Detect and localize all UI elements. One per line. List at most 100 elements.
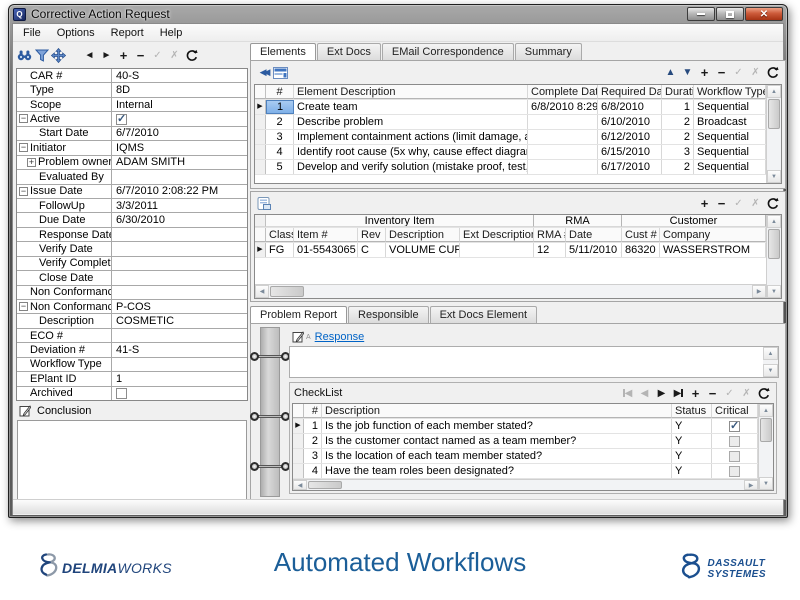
cell-duration[interactable]: 2 <box>662 115 694 129</box>
refresh-checklist-icon[interactable] <box>755 385 772 401</box>
tab-elements[interactable]: Elements <box>250 43 316 61</box>
column-header-class[interactable]: Class <box>266 228 294 242</box>
table-row[interactable]: 3Is the location of each team member sta… <box>293 449 758 464</box>
cell-workflow-type[interactable]: Sequential <box>694 130 766 144</box>
cell-description[interactable]: Have the team roles been designated? <box>322 464 672 478</box>
cell-complete-date[interactable] <box>528 145 598 159</box>
column-header-workflow-type[interactable]: Workflow Type <box>694 85 766 99</box>
cell-num[interactable]: 2 <box>266 115 294 129</box>
cell-num[interactable]: 1 <box>266 100 294 114</box>
column-header-[interactable]: # <box>304 404 322 418</box>
table-row[interactable]: 5Develop and verify solution (mistake pr… <box>255 160 766 175</box>
cell-rev[interactable]: C <box>358 243 386 257</box>
cell-status[interactable]: Y <box>672 419 712 433</box>
column-header-date[interactable]: Date <box>566 228 622 242</box>
tab-ext-docs[interactable]: Ext Docs <box>317 43 381 60</box>
cell-status[interactable]: Y <box>672 464 712 478</box>
cell-duration[interactable]: 1 <box>662 100 694 114</box>
cancel-row-icon[interactable]: ✗ <box>738 385 755 401</box>
cell-description[interactable]: Is the job function of each member state… <box>322 419 672 433</box>
inventory-grid[interactable]: Inventory ItemRMACustomerClassItem #RevD… <box>254 214 782 299</box>
property-row-due-date[interactable]: Due Date6/30/2010 <box>17 213 247 227</box>
scroll-thumb[interactable] <box>768 229 780 259</box>
scroll-thumb[interactable] <box>760 418 772 442</box>
cell-num[interactable]: 2 <box>304 434 322 448</box>
column-header-cust[interactable]: Cust # <box>622 228 660 242</box>
font-icon[interactable]: A <box>306 334 311 341</box>
property-row-type[interactable]: Type8D <box>17 83 247 97</box>
inventory-hscroll[interactable]: ◀▶ <box>255 284 766 298</box>
menu-report[interactable]: Report <box>103 25 152 41</box>
post-edit-icon[interactable]: ✓ <box>149 47 166 63</box>
property-value[interactable]: 8D <box>112 83 247 96</box>
insert-record-icon[interactable]: + <box>115 47 132 63</box>
property-value[interactable] <box>112 358 247 371</box>
cell-duration[interactable]: 2 <box>662 130 694 144</box>
delete-element-icon[interactable]: − <box>713 65 730 81</box>
column-header-rev[interactable]: Rev <box>358 228 386 242</box>
response-link[interactable]: Response <box>315 331 365 343</box>
post-element-icon[interactable]: ✓ <box>730 65 747 81</box>
cell-required-date[interactable]: 6/17/2010 <box>598 160 662 174</box>
delete-record-icon[interactable]: − <box>132 47 149 63</box>
cell-date[interactable]: 5/11/2010 1 <box>566 243 622 257</box>
property-value[interactable]: IQMS <box>112 141 247 154</box>
checkbox-unchecked[interactable] <box>729 451 740 462</box>
cell-workflow-type[interactable]: Sequential <box>694 100 766 114</box>
checkbox-checked[interactable] <box>116 114 127 125</box>
move-up-icon[interactable]: ▲ <box>662 65 679 81</box>
move-down-icon[interactable]: ▼ <box>679 65 696 81</box>
refresh-elements-icon[interactable] <box>764 65 781 81</box>
cell-status[interactable]: Y <box>672 449 712 463</box>
menu-options[interactable]: Options <box>49 25 103 41</box>
cell-ext-description[interactable] <box>460 243 534 257</box>
next-record-icon[interactable]: ► <box>98 47 115 63</box>
scroll-right-icon[interactable]: ▶ <box>744 480 758 490</box>
tab-problem-report[interactable]: Problem Report <box>250 306 347 324</box>
cell-description[interactable]: Identify root cause (5x why, cause effec… <box>294 145 528 159</box>
column-header-[interactable]: # <box>266 85 294 99</box>
filter-icon[interactable] <box>33 47 50 63</box>
cancel-item-icon[interactable]: ✗ <box>747 195 764 211</box>
column-header-duration[interactable]: Duration <box>662 85 694 99</box>
inventory-vscroll[interactable]: ▲ ▼ <box>766 215 781 298</box>
tab-ext-docs-element[interactable]: Ext Docs Element <box>430 306 537 323</box>
property-value[interactable]: 40-S <box>112 69 247 82</box>
property-row-archived[interactable]: Archived <box>17 387 247 400</box>
cell-critical[interactable] <box>712 449 758 463</box>
minimize-button[interactable] <box>687 7 715 21</box>
property-value[interactable] <box>112 286 247 299</box>
column-header-description[interactable]: Description <box>322 404 672 418</box>
scroll-down-icon[interactable]: ▼ <box>763 364 778 377</box>
menu-file[interactable]: File <box>15 25 49 41</box>
column-header-rma[interactable]: RMA # <box>534 228 566 242</box>
table-row[interactable]: ▶1Is the job function of each member sta… <box>293 419 758 434</box>
cell-item[interactable]: 01-5543065 <box>294 243 358 257</box>
property-row-start-date[interactable]: Start Date6/7/2010 <box>17 127 247 141</box>
next-row-icon[interactable]: ▶ <box>653 385 670 401</box>
elements-vscroll[interactable]: ▲ ▼ <box>766 85 781 183</box>
expand-icon[interactable]: − <box>19 187 28 196</box>
tab-responsible[interactable]: Responsible <box>348 306 429 323</box>
column-header-element-description[interactable]: Element Description <box>294 85 528 99</box>
response-vscroll[interactable]: ▲ ▼ <box>763 347 778 377</box>
expand-icon[interactable]: − <box>19 302 28 311</box>
table-row[interactable]: 4Have the team roles been designated?Y <box>293 464 758 479</box>
table-row[interactable]: ▶FG01-5543065CVOLUME CUP125/11/2010 1863… <box>255 243 766 258</box>
cell-num[interactable]: 4 <box>266 145 294 159</box>
cell-description[interactable]: Describe problem <box>294 115 528 129</box>
cell-critical[interactable] <box>712 464 758 478</box>
property-value[interactable] <box>112 257 247 270</box>
property-row-description[interactable]: DescriptionCOSMETIC <box>17 314 247 328</box>
column-header-status[interactable]: Status <box>672 404 712 418</box>
find-icon[interactable] <box>16 47 33 63</box>
scroll-right-icon[interactable]: ▶ <box>752 285 766 298</box>
report-icon[interactable] <box>255 195 272 211</box>
add-row-icon[interactable]: + <box>687 385 704 401</box>
last-row-icon[interactable]: ▶ <box>670 385 687 401</box>
checklist-hscroll[interactable]: ◀▶ <box>293 479 758 490</box>
cell-required-date[interactable]: 6/10/2010 <box>598 115 662 129</box>
property-value[interactable]: Internal <box>112 98 247 111</box>
cell-num[interactable]: 3 <box>304 449 322 463</box>
table-row[interactable]: ▶1Create team6/8/2010 8:29:46/8/20101Seq… <box>255 100 766 115</box>
